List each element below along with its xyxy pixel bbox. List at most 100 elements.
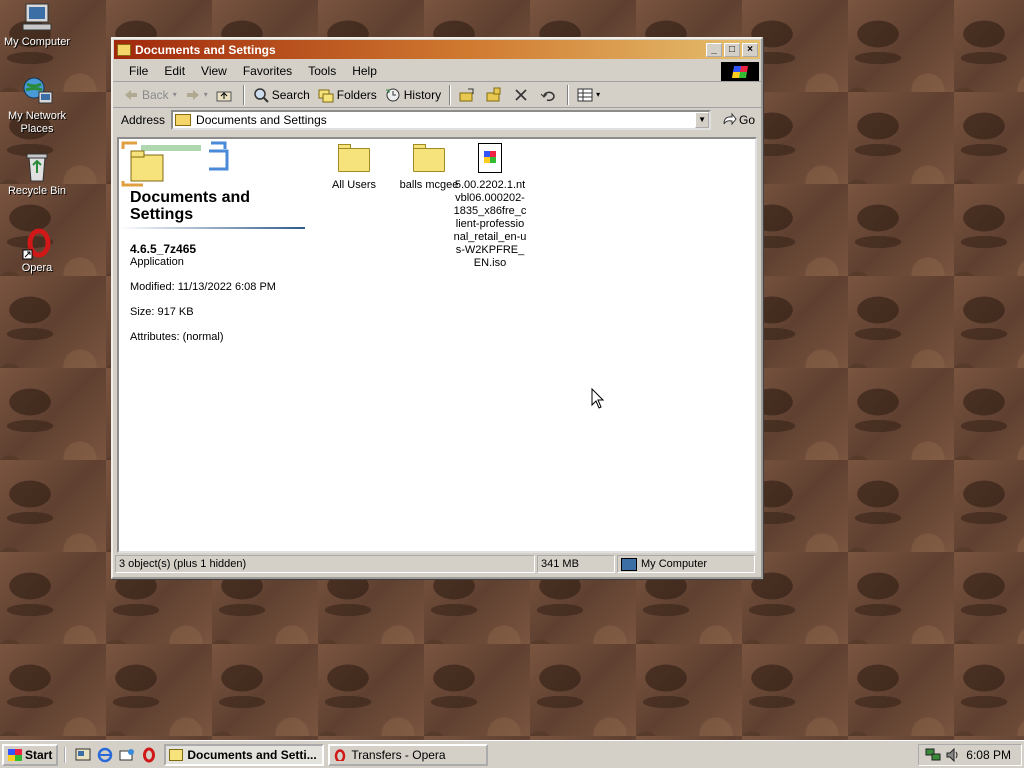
address-dropdown-button[interactable]: ▼ xyxy=(695,112,710,128)
selected-name: 4.6.5_7z465 xyxy=(130,242,197,256)
desktop-icon-my-computer[interactable]: My Computer xyxy=(1,2,73,49)
history-icon xyxy=(385,88,400,101)
window-title: Documents and Settings xyxy=(135,42,276,57)
menu-tools[interactable]: Tools xyxy=(300,64,344,78)
desktop-icon-label: Recycle Bin xyxy=(7,185,67,197)
file-name: All Users xyxy=(331,179,376,191)
delete-button[interactable] xyxy=(509,84,536,106)
forward-arrow-icon xyxy=(186,89,199,100)
history-label: History xyxy=(403,87,442,102)
go-label: Go xyxy=(739,113,756,127)
address-input[interactable]: Documents and Settings ▼ xyxy=(171,110,712,130)
taskbar: Start Documents and Setti... Transfers -… xyxy=(0,740,1024,768)
folders-button[interactable]: Folders xyxy=(314,84,381,106)
search-button[interactable]: Search xyxy=(249,84,314,106)
views-icon xyxy=(577,88,593,101)
start-button[interactable]: Start xyxy=(2,743,59,766)
title-bar[interactable]: Documents and Settings _ □ × xyxy=(114,40,760,59)
menu-favorites[interactable]: Favorites xyxy=(235,64,300,78)
go-button[interactable]: Go xyxy=(721,112,755,128)
desktop-icon-network-places[interactable]: My Network Places xyxy=(1,76,73,136)
copy-to-button[interactable] xyxy=(482,84,509,106)
network-tray-icon[interactable] xyxy=(925,748,941,762)
pane-divider xyxy=(119,227,305,229)
address-label: Address xyxy=(121,113,166,127)
menu-edit[interactable]: Edit xyxy=(156,64,193,78)
undo-button[interactable] xyxy=(536,84,563,106)
status-objects: 3 object(s) (plus 1 hidden) xyxy=(115,555,535,573)
selected-attributes: Attributes: (normal) xyxy=(130,331,224,343)
show-desktop-icon[interactable] xyxy=(75,747,91,763)
system-tray: 6:08 PM xyxy=(918,744,1022,766)
opera-icon xyxy=(21,228,53,260)
maximize-button[interactable]: □ xyxy=(724,42,740,57)
up-folder-button[interactable] xyxy=(212,84,239,106)
menu-view[interactable]: View xyxy=(193,64,235,78)
opera-quicklaunch-icon[interactable] xyxy=(141,747,157,763)
move-to-icon xyxy=(459,88,474,101)
search-icon xyxy=(253,87,269,103)
volume-icon[interactable] xyxy=(945,748,961,762)
network-icon xyxy=(21,76,53,108)
up-folder-icon xyxy=(216,91,232,101)
file-name: 5.00.2202.1.ntvbl06.000202-1835_x86fre_c… xyxy=(453,179,527,269)
clock[interactable]: 6:08 PM xyxy=(966,748,1011,762)
desktop-icon-label: My Network Places xyxy=(7,110,67,135)
desktop-icon-opera[interactable]: Opera xyxy=(1,228,73,275)
task-explorer[interactable]: Documents and Setti... xyxy=(164,743,325,766)
selected-modified: Modified: 11/13/2022 6:08 PM xyxy=(130,281,276,293)
delete-icon xyxy=(515,88,527,101)
task-label: Documents and Setti... xyxy=(187,747,317,762)
history-button[interactable]: History xyxy=(381,84,445,106)
explorer-window: Documents and Settings _ □ × File Edit V… xyxy=(111,37,763,579)
views-button[interactable]: ▾ xyxy=(573,84,604,106)
folder-icon xyxy=(338,143,370,173)
minimize-button[interactable]: _ xyxy=(706,42,722,57)
folders-label: Folders xyxy=(336,87,377,102)
quick-launch xyxy=(64,746,160,763)
status-zone-label: My Computer xyxy=(641,558,708,570)
recycle-bin-icon xyxy=(21,151,53,183)
file-view[interactable]: Documents and Settings 4.6.5_7z465 Appli… xyxy=(117,137,757,553)
back-label: Back xyxy=(142,87,169,102)
disc-image-icon xyxy=(474,143,506,173)
task-label: Transfers - Opera xyxy=(351,747,446,762)
opera-icon xyxy=(335,748,346,761)
folder-icon xyxy=(117,43,131,56)
back-button[interactable]: Back ▾ xyxy=(119,84,181,106)
desktop-icon-label: My Computer xyxy=(3,36,71,48)
file-item-all-users[interactable]: All Users xyxy=(315,143,393,192)
address-bar: Address Documents and Settings ▼ Go xyxy=(113,108,761,132)
move-to-button[interactable] xyxy=(455,84,482,106)
toolbar-separator xyxy=(449,84,452,105)
folder-icon xyxy=(175,114,192,126)
folders-icon xyxy=(318,89,334,102)
computer-icon xyxy=(21,2,53,34)
mouse-cursor-icon xyxy=(591,388,605,409)
windows-logo-icon xyxy=(8,748,22,761)
status-zone: My Computer xyxy=(617,555,755,573)
task-opera[interactable]: Transfers - Opera xyxy=(328,743,489,766)
selected-type: Application xyxy=(130,256,184,268)
close-button[interactable]: × xyxy=(742,42,758,57)
menu-file[interactable]: File xyxy=(121,64,156,78)
folder-icon xyxy=(413,143,445,173)
desktop-icon-recycle-bin[interactable]: Recycle Bin xyxy=(1,151,73,198)
desktop-icon-label: Opera xyxy=(21,262,53,274)
menu-help[interactable]: Help xyxy=(344,64,385,78)
pane-title: Documents and Settings xyxy=(130,189,251,223)
forward-button[interactable]: ▾ xyxy=(181,84,212,106)
toolbar-separator xyxy=(567,84,570,105)
windows-logo-icon xyxy=(721,62,759,81)
toolbar-separator xyxy=(242,84,245,105)
go-arrow-icon xyxy=(723,112,737,126)
status-size: 341 MB xyxy=(537,555,615,573)
folder-banner-icon xyxy=(121,141,229,187)
internet-explorer-icon[interactable] xyxy=(97,747,113,763)
outlook-express-icon[interactable] xyxy=(119,747,135,763)
computer-icon xyxy=(621,557,637,571)
file-item-iso[interactable]: 5.00.2202.1.ntvbl06.000202-1835_x86fre_c… xyxy=(453,143,527,270)
web-view-pane: Documents and Settings 4.6.5_7z465 Appli… xyxy=(119,139,309,551)
address-value: Documents and Settings xyxy=(196,113,327,127)
menu-bar: File Edit View Favorites Tools Help xyxy=(113,60,761,82)
